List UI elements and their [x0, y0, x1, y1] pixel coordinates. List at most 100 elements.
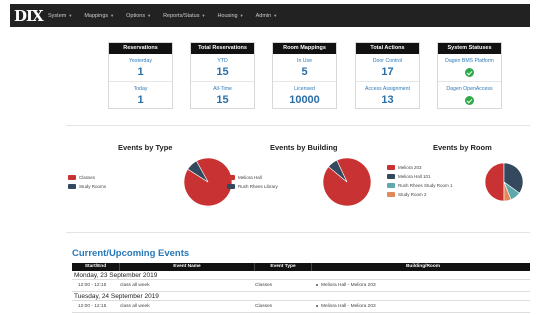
legend-label: Rush Rhees Library — [238, 184, 278, 189]
event-type: Classes — [255, 304, 273, 309]
stat-label: In Use — [297, 58, 312, 64]
legend-swatch — [68, 175, 76, 180]
stat-cell-in-use: In Use 5 — [273, 54, 336, 82]
nav-housing[interactable]: Housing ▼ — [217, 13, 243, 19]
legend-events-by-building: Meliora Hall Rush Rhees Library — [227, 173, 278, 191]
legend-item[interactable]: Classes — [68, 173, 106, 182]
legend-swatch — [387, 192, 395, 197]
pie-slice-meliora-203[interactable] — [484, 162, 505, 202]
legend-swatch — [387, 183, 395, 188]
stat-value: 13 — [381, 94, 394, 106]
nav-system[interactable]: System ▼ — [48, 13, 72, 19]
day-group-header: Monday, 23 September 2019 — [72, 271, 530, 280]
legend-events-by-room: Meliora 203 Meliora Hall 101 Rush Rhees … — [387, 163, 453, 199]
stat-label: Licensed — [294, 86, 315, 92]
nav-reports-status[interactable]: Reports/Status ▼ — [163, 13, 205, 19]
legend-item[interactable]: Meliora Hall 101 — [387, 172, 453, 181]
event-name: class all week — [120, 283, 150, 288]
pie-chart-events-by-room — [484, 162, 524, 202]
event-room-label: Meliora Hall - Meliora 203 — [321, 283, 376, 288]
legend-label: Rush Rhees Study Room 1 — [398, 183, 453, 188]
legend-label: Meliora Hall 101 — [398, 174, 431, 179]
stat-header: Reservations — [109, 43, 172, 54]
stat-total-reservations: Total Reservations YTD 15 All-Time 15 — [190, 42, 255, 109]
events-section-title: Current/Upcoming Events — [72, 248, 190, 259]
stat-cell-yesterday: Yesterday 1 — [109, 54, 172, 82]
event-room: Meliora Hall - Meliora 203 — [312, 304, 530, 309]
stat-label: Door Control — [372, 58, 403, 64]
check-circle-icon — [465, 96, 474, 105]
chart-title-events-by-building: Events by Building — [270, 143, 338, 152]
stat-label: Dagen OpenAccess — [446, 86, 493, 92]
legend-swatch — [227, 184, 235, 189]
event-time: 12:00 - 12:15 — [78, 283, 107, 288]
stat-header: Total Reservations — [191, 43, 254, 54]
divider — [66, 125, 530, 126]
legend-events-by-type: Classes Study Rooms — [68, 173, 106, 191]
caret-down-icon: ▼ — [201, 13, 206, 18]
event-room-label: Meliora Hall - Meliora 203 — [321, 304, 376, 309]
caret-down-icon: ▼ — [239, 13, 244, 18]
column-header[interactable]: Building/Room — [312, 263, 530, 271]
stat-cell-bms-platform: Dagen BMS Platform — [438, 54, 501, 82]
stat-value: 1 — [137, 66, 144, 78]
stat-cell-all-time: All-Time 15 — [191, 82, 254, 110]
legend-item[interactable]: Meliora 203 — [387, 163, 453, 172]
column-header[interactable]: Start/End — [72, 263, 120, 271]
stat-value: 1 — [137, 94, 144, 106]
table-row[interactable]: 12:00 - 12:15 class all week Classes Mel… — [72, 280, 530, 292]
events-table: Start/End Event Name Event Type Building… — [72, 263, 530, 313]
day-group-header: Tuesday, 24 September 2019 — [72, 292, 530, 301]
stat-label: All-Time — [213, 86, 232, 92]
legend-item[interactable]: Rush Rhees Study Room 1 — [387, 181, 453, 190]
legend-swatch — [68, 184, 76, 189]
legend-item[interactable]: Meliora Hall — [227, 173, 278, 182]
stat-total-actions: Total Actions Door Control 17 Access Assi… — [355, 42, 420, 109]
column-header[interactable]: Event Name — [120, 263, 255, 271]
stat-cell-door-control: Door Control 17 — [356, 54, 419, 82]
stat-value: 15 — [216, 94, 229, 106]
legend-item[interactable]: Study Room 2 — [387, 190, 453, 199]
app-logo[interactable]: DIX — [14, 7, 48, 25]
caret-down-icon: ▼ — [110, 13, 115, 18]
legend-item[interactable]: Rush Rhees Library — [227, 182, 278, 191]
stat-header: Room Mappings — [273, 43, 336, 54]
stat-system-statuses: System Statuses Dagen BMS Platform Dagen… — [437, 42, 502, 109]
stat-room-mappings: Room Mappings In Use 5 Licensed 10000 — [272, 42, 337, 109]
legend-swatch — [387, 165, 395, 170]
chart-title-events-by-type: Events by Type — [118, 143, 173, 152]
nav-mappings[interactable]: Mappings ▼ — [84, 13, 114, 19]
stat-cell-licensed: Licensed 10000 — [273, 82, 336, 110]
stat-header: System Statuses — [438, 43, 501, 54]
divider — [66, 232, 530, 233]
caret-down-icon: ▼ — [68, 13, 73, 18]
stat-label: Dagen BMS Platform — [445, 58, 494, 64]
check-circle-icon — [465, 68, 474, 77]
nav-label: Mappings — [84, 12, 109, 19]
legend-swatch — [387, 174, 395, 179]
nav-label: Housing — [217, 12, 238, 19]
event-name: class all week — [120, 304, 150, 309]
table-row[interactable]: 12:00 - 12:15 class all week Classes Mel… — [72, 301, 530, 313]
nav-label: Options — [126, 12, 146, 19]
legend-label: Meliora Hall — [238, 175, 262, 180]
nav-options[interactable]: Options ▼ — [126, 13, 151, 19]
events-table-header: Start/End Event Name Event Type Building… — [72, 263, 530, 271]
legend-item[interactable]: Study Rooms — [68, 182, 106, 191]
nav-label: Admin — [255, 12, 272, 19]
top-navbar: DIX System ▼ Mappings ▼ Options ▼ Reports/S… — [10, 4, 530, 27]
stat-label: Access Assignment — [365, 86, 410, 92]
caret-down-icon: ▼ — [147, 13, 152, 18]
stat-value: 10000 — [289, 94, 320, 106]
nav-admin[interactable]: Admin ▼ — [256, 13, 278, 19]
event-time: 12:00 - 12:15 — [78, 304, 107, 309]
caret-down-icon: ▼ — [273, 13, 278, 18]
column-header[interactable]: Event Type — [255, 263, 312, 271]
pie-chart-events-by-building — [322, 157, 372, 207]
stat-cell-access-assignment: Access Assignment 13 — [356, 82, 419, 110]
bullet-icon — [316, 304, 318, 307]
pie-chart-events-by-type — [183, 157, 233, 207]
stat-label: Today — [133, 86, 148, 92]
stat-value: 17 — [381, 66, 394, 78]
chart-title-events-by-room: Events by Room — [433, 143, 492, 152]
